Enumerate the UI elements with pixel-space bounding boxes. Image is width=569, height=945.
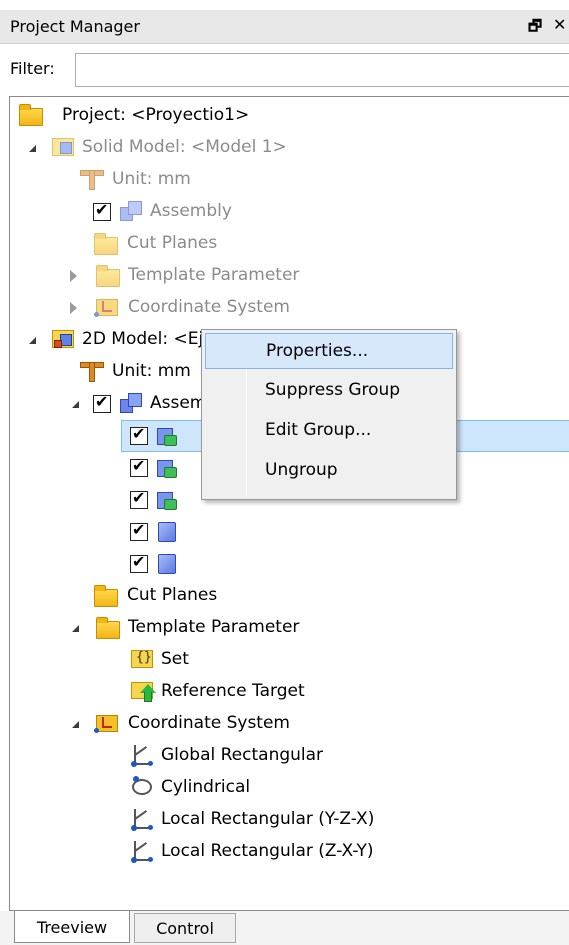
tree-item-cylindrical[interactable]: Cylindrical: [126, 772, 556, 804]
menu-item-label: Ungroup: [265, 460, 338, 480]
tab-label: Treeview: [36, 918, 108, 937]
group-checkbox[interactable]: [130, 424, 148, 445]
tree-item-group-3[interactable]: [126, 484, 206, 516]
bottom-tab-bar: Treeview Control: [0, 911, 569, 945]
cylindrical-axis-icon: [130, 776, 154, 798]
ruler-icon: [80, 168, 104, 190]
tree-item-part-2[interactable]: [126, 548, 206, 580]
expander-expanded-icon[interactable]: [72, 401, 79, 408]
tree-item-solid-coordinate-system[interactable]: Coordinate System: [60, 292, 560, 324]
model-2d-icon: [50, 327, 76, 351]
expander-collapsed-icon[interactable]: [70, 270, 77, 282]
menu-item-label: Properties...: [266, 341, 369, 361]
expander-expanded-icon[interactable]: [72, 625, 79, 632]
part-checkbox[interactable]: [130, 520, 148, 541]
tab-control[interactable]: Control: [134, 913, 236, 943]
tree-item-label: Unit: mm: [112, 169, 191, 189]
folder-icon: [96, 265, 120, 287]
folder-icon: [96, 617, 120, 639]
panel-title: Project Manager: [10, 17, 140, 36]
tree-item-solid-cut-planes[interactable]: Cut Planes: [80, 228, 560, 260]
tree-item-label: Local Rectangular (Y-Z-X): [161, 809, 375, 829]
tree-item-project[interactable]: Project: <Proyectio1>: [19, 100, 559, 132]
tree-item-label: Coordinate System: [128, 713, 290, 733]
group-cube-icon: [157, 458, 177, 478]
menu-item-edit-group[interactable]: Edit Group...: [205, 413, 453, 449]
tree-item-label: Cut Planes: [127, 585, 218, 605]
menu-item-ungroup[interactable]: Ungroup: [205, 453, 453, 489]
menu-item-label: Edit Group...: [265, 420, 372, 440]
tree-item-2d-template-parameter[interactable]: Template Parameter: [60, 612, 560, 644]
tree-item-label: Assembly: [150, 201, 232, 221]
tree-item-solid-model[interactable]: Solid Model: <Model 1>: [24, 132, 564, 164]
tree-item-reference-target[interactable]: Reference Target: [126, 676, 556, 708]
tree-item-local-rectangular-zxy[interactable]: Local Rectangular (Z-X-Y): [126, 836, 556, 868]
menu-item-label: Suppress Group: [265, 380, 401, 400]
tree-item-label: Set: [161, 649, 189, 669]
axis-icon: [131, 809, 153, 831]
folder-icon: [94, 585, 118, 607]
part-cube-icon: [158, 522, 176, 542]
expander-expanded-icon[interactable]: [72, 721, 79, 728]
solid-model-icon: [50, 135, 76, 159]
tree-item-set[interactable]: {} Set: [126, 644, 556, 676]
coordinate-system-icon: [94, 711, 118, 733]
tree-item-global-rectangular[interactable]: Global Rectangular: [126, 740, 556, 772]
tree-item-solid-template-parameter[interactable]: Template Parameter: [60, 260, 560, 292]
set-icon: {}: [130, 647, 154, 669]
reference-target-icon: [130, 678, 156, 702]
tree-item-label: Cut Planes: [127, 233, 218, 253]
filter-input[interactable]: [75, 53, 569, 87]
part-checkbox[interactable]: [130, 552, 148, 573]
tree-item-solid-assembly[interactable]: Assembly: [80, 196, 560, 228]
axis-icon: [131, 841, 153, 863]
tree-item-label: Template Parameter: [128, 265, 300, 285]
tree-item-local-rectangular-yzx[interactable]: Local Rectangular (Y-Z-X): [126, 804, 556, 836]
tree-item-label: Reference Target: [161, 681, 305, 701]
expander-collapsed-icon[interactable]: [70, 302, 77, 314]
context-menu: Properties... Suppress Group Edit Group.…: [201, 329, 457, 500]
group-checkbox[interactable]: [130, 456, 148, 477]
tree-item-label: Solid Model: <Model 1>: [82, 137, 287, 157]
group-cube-icon: [157, 490, 177, 510]
coordinate-system-icon: [94, 295, 118, 317]
tree-item-label: Project: <Proyectio1>: [62, 105, 250, 125]
project-tree[interactable]: Project: <Proyectio1> Solid Model: <Mode…: [9, 96, 569, 911]
group-checkbox[interactable]: [130, 488, 148, 509]
assembly-cube-icon: [120, 201, 142, 221]
filter-row: Filter:: [0, 44, 569, 94]
tree-item-2d-coordinate-system[interactable]: Coordinate System: [60, 708, 560, 740]
tab-label: Control: [156, 919, 214, 938]
menu-item-suppress-group[interactable]: Suppress Group: [205, 373, 453, 409]
tree-item-2d-cut-planes[interactable]: Cut Planes: [80, 580, 560, 612]
assembly-cube-icon: [120, 393, 142, 413]
tree-item-solid-unit[interactable]: Unit: mm: [80, 164, 560, 196]
axis-icon: [131, 745, 153, 767]
tree-item-group-1[interactable]: [126, 420, 206, 452]
assembly-checkbox[interactable]: [93, 200, 111, 221]
filter-label: Filter:: [10, 59, 55, 78]
folder-icon: [19, 104, 43, 126]
close-icon[interactable]: ✕: [553, 15, 566, 34]
folder-icon: [94, 233, 118, 255]
group-cube-icon: [157, 426, 177, 446]
float-window-icon[interactable]: 🗗: [528, 16, 542, 41]
ruler-icon: [80, 360, 104, 382]
tree-item-label: Coordinate System: [128, 297, 290, 317]
menu-item-properties[interactable]: Properties...: [205, 333, 453, 369]
tree-item-label: Local Rectangular (Z-X-Y): [161, 841, 374, 861]
tree-item-label: Global Rectangular: [161, 745, 324, 765]
expander-expanded-icon[interactable]: [29, 145, 36, 152]
tree-item-label: Template Parameter: [128, 617, 300, 637]
assembly-checkbox[interactable]: [93, 392, 111, 413]
tree-item-label: Unit: mm: [112, 361, 191, 381]
expander-expanded-icon[interactable]: [29, 337, 36, 344]
tree-item-group-2[interactable]: [126, 452, 206, 484]
panel-titlebar: Project Manager 🗗 ✕: [0, 10, 569, 44]
tree-item-label: Cylindrical: [161, 777, 251, 797]
tree-item-part-1[interactable]: [126, 516, 206, 548]
part-cube-icon: [158, 554, 176, 574]
tab-treeview[interactable]: Treeview: [14, 911, 130, 943]
